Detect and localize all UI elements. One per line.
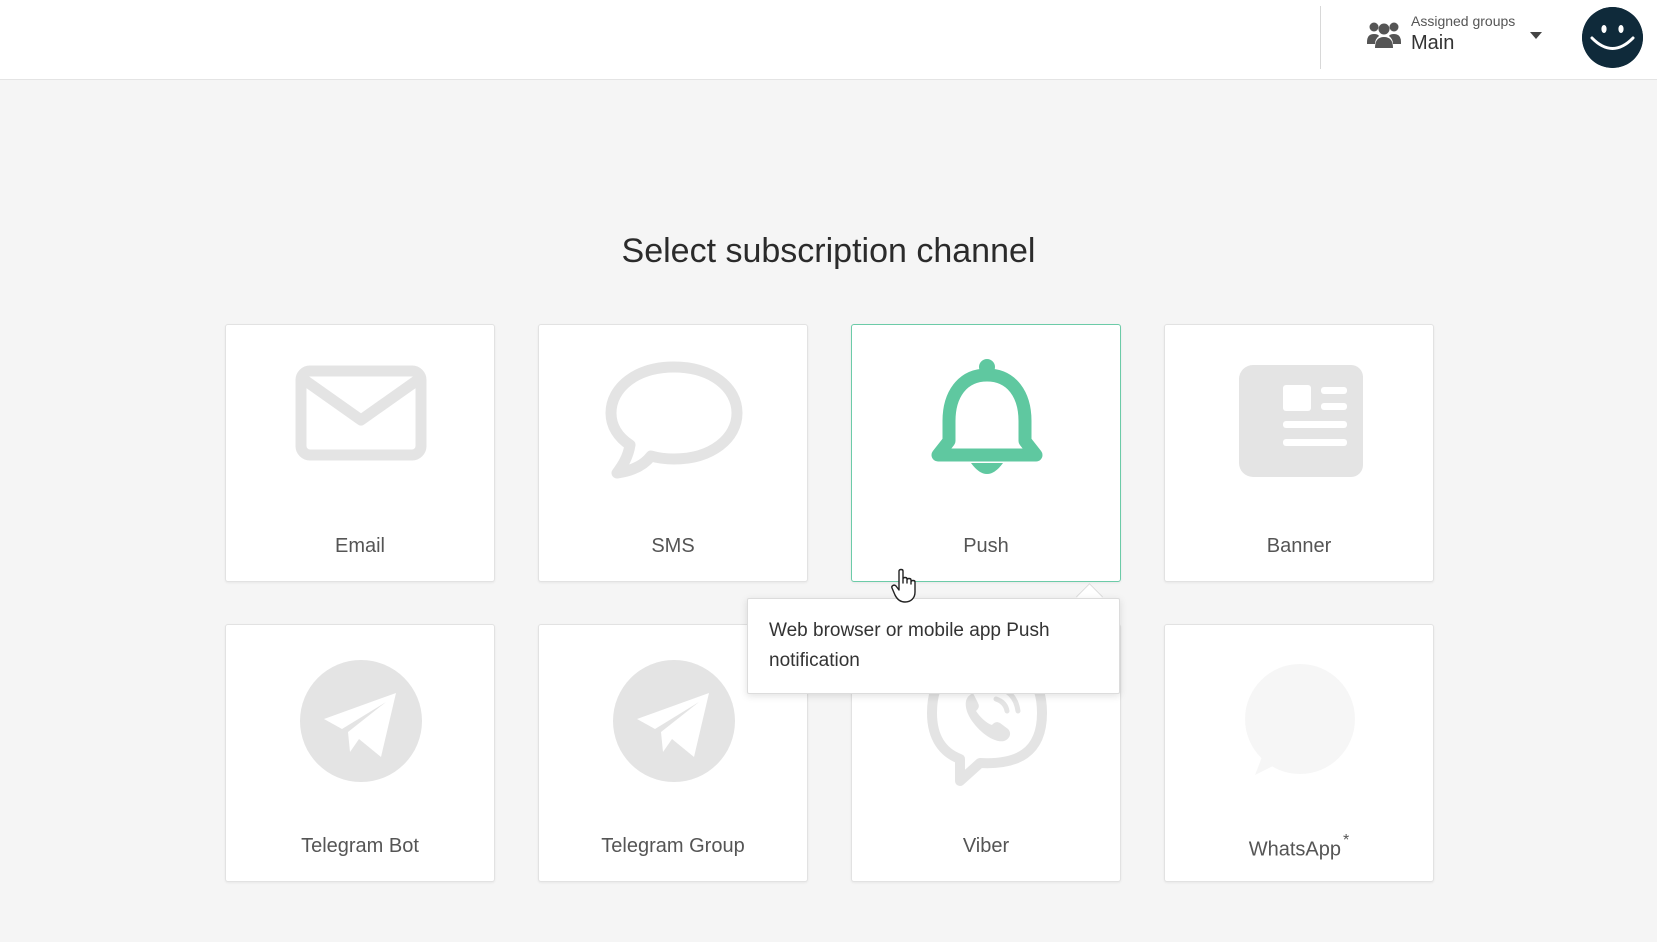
telegram-icon [300, 660, 422, 782]
availability-marker: * [1343, 832, 1350, 849]
push-tooltip: Web browser or mobile app Push notificat… [747, 598, 1120, 694]
channel-label: Telegram Group [601, 835, 745, 857]
channel-label: WhatsApp * [1165, 832, 1433, 862]
hand-cursor-icon [891, 568, 916, 603]
assigned-groups-dropdown[interactable]: Assigned groups Main [1366, 10, 1551, 66]
channel-card-sms[interactable]: SMS [538, 324, 808, 582]
assigned-groups-value: Main [1411, 32, 1455, 54]
newspaper-icon [1239, 365, 1363, 477]
topbar-divider [1320, 6, 1321, 69]
envelope-icon [295, 365, 427, 461]
channel-card-banner[interactable]: Banner [1164, 324, 1434, 582]
assigned-groups-label: Assigned groups [1411, 13, 1516, 29]
users-icon [1367, 22, 1401, 48]
channel-card-whatsapp[interactable]: WhatsApp * [1164, 624, 1434, 882]
channel-label: Email [334, 535, 385, 557]
top-bar: Assigned groups Main [0, 0, 1657, 80]
channel-label-text: WhatsApp [1248, 838, 1342, 861]
whatsapp-icon [1245, 664, 1355, 775]
channel-label: Viber [962, 835, 1010, 857]
page-title: Select subscription channel [621, 232, 1036, 270]
speech-bubble-icon [605, 361, 743, 479]
bell-icon [931, 359, 1043, 474]
channel-card-email[interactable]: Email [225, 324, 495, 582]
channel-label: Push [963, 535, 1009, 557]
channel-label: Banner [1266, 535, 1332, 557]
chevron-down-icon[interactable] [1530, 32, 1542, 39]
telegram-icon [613, 660, 735, 782]
channel-label: Telegram Bot [301, 835, 419, 857]
avatar[interactable] [1582, 7, 1643, 68]
channel-card-telegram-bot[interactable]: Telegram Bot [225, 624, 495, 882]
channel-card-push[interactable]: Push [851, 324, 1121, 582]
channel-label: SMS [651, 535, 695, 557]
